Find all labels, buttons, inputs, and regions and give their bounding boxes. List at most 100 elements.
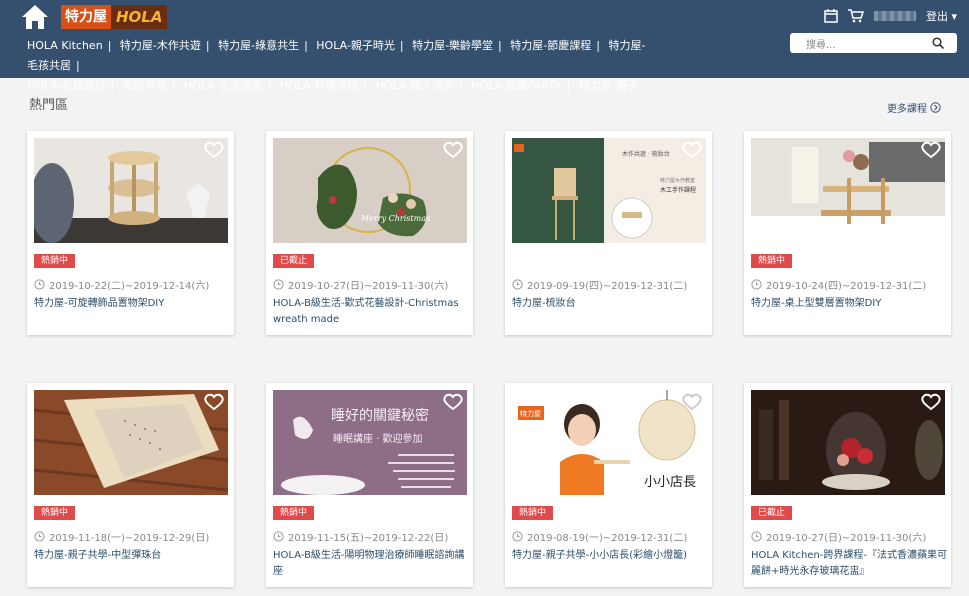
- status-badge: 熱銷中: [512, 506, 554, 520]
- site-header: 特力屋 HOLA 登出 ▾ HOLA Kitchen | 特力屋-木作共遊 | 特力…: [0, 0, 969, 112]
- favorite-heart-icon[interactable]: [682, 393, 702, 411]
- nav-item[interactable]: HOLA-生活提案: [184, 79, 263, 92]
- date-range: 2019-11-18(一)~2019-12-29(日): [49, 533, 210, 544]
- cart-icon[interactable]: [847, 9, 864, 23]
- course-image[interactable]: [34, 390, 228, 495]
- top-utility-bar: 登出 ▾: [824, 8, 957, 24]
- arrow-circle-icon: [930, 102, 941, 113]
- date-range: 2019-09-19(四)~2019-12-31(二): [527, 281, 688, 292]
- image-caption: 睡好的關鍵秘密: [331, 407, 429, 424]
- course-date: 2019-11-15(五)~2019-12-22(日): [273, 529, 448, 544]
- course-card[interactable]: 熱銷中 2019-10-22(二)~2019-12-14(六) 特力屋-可旋轉飾…: [27, 131, 234, 335]
- favorite-heart-icon[interactable]: [921, 141, 941, 159]
- nav-item[interactable]: HOLA-花藝設計: [27, 79, 106, 92]
- clock-icon: [34, 531, 45, 542]
- course-image[interactable]: [751, 138, 945, 243]
- logout-link[interactable]: 登出 ▾: [926, 8, 957, 24]
- nav-item[interactable]: 特力屋-綠意共生: [218, 39, 299, 52]
- course-card[interactable]: 特力屋 小小店長 熱銷中 2019-08-19(一)~2019-12-31(二)…: [505, 383, 712, 587]
- search-input[interactable]: 搜尋...: [790, 33, 957, 53]
- favorite-heart-icon[interactable]: [204, 141, 224, 159]
- course-title[interactable]: HOLA Kitchen-跨界課程-『法式香濃蘋果可麗餅+時光永存玻璃花盅』: [751, 548, 947, 580]
- course-image[interactable]: [751, 390, 945, 495]
- date-range: 2019-10-22(二)~2019-12-14(六): [49, 281, 210, 292]
- course-title[interactable]: 特力屋-桌上型雙層置物架DIY: [751, 296, 947, 312]
- clock-icon: [34, 279, 45, 290]
- image-caption: 木工手作課程: [660, 186, 696, 194]
- status-badge: 熱銷中: [34, 254, 76, 268]
- nav-item[interactable]: HOLA Kitchen: [27, 39, 103, 52]
- clock-icon: [751, 531, 762, 542]
- course-card[interactable]: 睡好的關鍵秘密 睡眠講座 · 歡迎參加 熱銷中 2019-11-15(五)~20…: [266, 383, 473, 587]
- nav-item[interactable]: 樂齡學堂: [123, 79, 167, 92]
- course-image[interactable]: 木作共遊 · 梳妝台 特力屋木作教室 木工手作課程: [512, 138, 706, 243]
- clock-icon: [751, 279, 762, 290]
- nav-item[interactable]: 特力屋-樂齡學堂: [412, 39, 493, 52]
- image-caption: 睡眠講座 · 歡迎參加: [333, 432, 423, 445]
- clock-icon: [273, 531, 284, 542]
- favorite-heart-icon[interactable]: [443, 141, 463, 159]
- course-date: 2019-09-19(四)~2019-12-31(二): [512, 277, 687, 292]
- date-range: 2019-10-27(日)~2019-11-30(六): [766, 533, 927, 544]
- search-icon[interactable]: [932, 37, 944, 49]
- course-card[interactable]: 已截止 2019-10-27(日)~2019-11-30(六) HOLA Kit…: [744, 383, 951, 587]
- course-title[interactable]: 特力屋-可旋轉飾品置物架DIY: [34, 296, 230, 312]
- logout-label: 登出: [925, 10, 948, 23]
- favorite-heart-icon[interactable]: [921, 393, 941, 411]
- course-card[interactable]: Merry Christmas 已截止 2019-10-27(日)~2019-1…: [266, 131, 473, 335]
- status-badge: 熱銷中: [273, 506, 315, 520]
- nav-item[interactable]: HOLA-節慶PARTY: [471, 79, 561, 92]
- clock-icon: [512, 531, 523, 542]
- course-date: 2019-10-22(二)~2019-12-14(六): [34, 277, 209, 292]
- nav-item[interactable]: HOLA-職人演示: [376, 79, 455, 92]
- favorite-heart-icon[interactable]: [443, 393, 463, 411]
- status-badge: 熱銷中: [751, 254, 793, 268]
- course-title[interactable]: HOLA-B級生活-歡式花藝設計-Christmas wreath made: [273, 296, 469, 328]
- course-card[interactable]: 熱銷中 2019-10-24(四)~2019-12-31(二) 特力屋-桌上型雙…: [744, 131, 951, 335]
- image-caption: 特力屋木作教室: [660, 177, 695, 184]
- favorite-heart-icon[interactable]: [682, 141, 702, 159]
- status-badge: 熱銷中: [34, 506, 76, 520]
- nav-row-1: HOLA Kitchen | 特力屋-木作共遊 | 特力屋-綠意共生 | HOLA-親…: [27, 39, 646, 72]
- site-logo[interactable]: 特力屋 HOLA: [61, 5, 168, 29]
- course-title[interactable]: 特力屋-梳妝台: [512, 296, 708, 312]
- favorite-heart-icon[interactable]: [204, 393, 224, 411]
- home-icon[interactable]: [20, 3, 50, 31]
- calendar-icon[interactable]: [824, 9, 838, 23]
- image-caption: 木作共遊 · 梳妝台: [622, 150, 670, 158]
- date-range: 2019-10-27(日)~2019-11-30(六): [288, 281, 449, 292]
- logo-brand: 特力屋: [61, 5, 111, 29]
- image-brand: 特力屋: [520, 409, 541, 418]
- course-title[interactable]: 特力屋-親子共學-中型彈珠台: [34, 548, 230, 564]
- course-date: 2019-10-24(四)~2019-12-31(二): [751, 277, 926, 292]
- date-range: 2019-10-24(四)~2019-12-31(二): [766, 281, 927, 292]
- nav-item[interactable]: 特力屋-木作共遊: [120, 39, 201, 52]
- nav-item[interactable]: HOLA-料理烘焙: [280, 79, 359, 92]
- nav-item[interactable]: 特力屋-節慶課程: [510, 39, 591, 52]
- nav-item[interactable]: HOLA-親子時光: [316, 39, 395, 52]
- course-image[interactable]: [34, 138, 228, 243]
- image-caption: 小小店長: [644, 475, 696, 490]
- course-title[interactable]: HOLA-B級生活-陽明物理治療師睡眠諮詢講座: [273, 548, 469, 580]
- course-image[interactable]: 特力屋 小小店長: [512, 390, 706, 495]
- logo-hola: HOLA: [111, 5, 168, 29]
- clock-icon: [273, 279, 284, 290]
- more-courses-link[interactable]: 更多課程: [887, 100, 941, 115]
- course-image[interactable]: Merry Christmas: [273, 138, 467, 243]
- course-date: 2019-11-18(一)~2019-12-29(日): [34, 529, 209, 544]
- date-range: 2019-08-19(一)~2019-12-31(二): [527, 533, 688, 544]
- course-date: 2019-08-19(一)~2019-12-31(二): [512, 529, 687, 544]
- clock-icon: [512, 279, 523, 290]
- category-nav: HOLA Kitchen | 特力屋-木作共遊 | 特力屋-綠意共生 | HOLA-親…: [27, 36, 647, 116]
- date-range: 2019-11-15(五)~2019-12-22(日): [288, 533, 449, 544]
- course-card[interactable]: 木作共遊 · 梳妝台 特力屋木作教室 木工手作課程 2019-09-19(四)~…: [505, 131, 712, 335]
- course-date: 2019-10-27(日)~2019-11-30(六): [751, 529, 926, 544]
- course-title[interactable]: 特力屋-親子共學-小小店長(彩繪小燈籠): [512, 548, 708, 564]
- more-courses-label: 更多課程: [887, 104, 927, 115]
- course-card[interactable]: 熱銷中 2019-11-18(一)~2019-12-29(日) 特力屋-親子共學…: [27, 383, 234, 587]
- search-placeholder: 搜尋...: [806, 40, 836, 51]
- course-image[interactable]: 睡好的關鍵秘密 睡眠講座 · 歡迎參加: [273, 390, 467, 495]
- section-title: 熱門區: [29, 98, 69, 113]
- username-blurred: [873, 11, 916, 21]
- image-caption: Merry Christmas: [360, 214, 430, 223]
